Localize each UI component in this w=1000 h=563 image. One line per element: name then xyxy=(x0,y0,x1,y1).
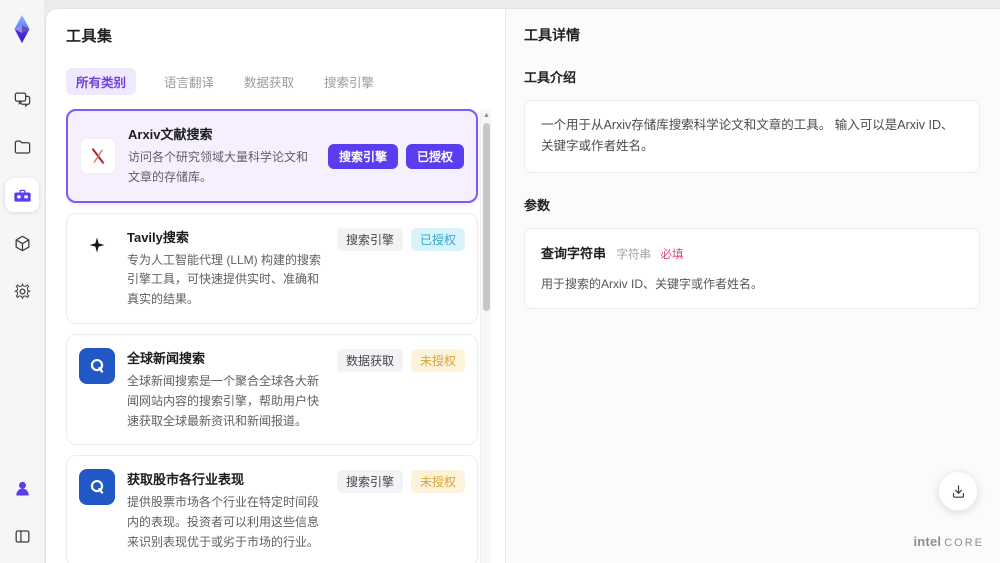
intro-heading: 工具介绍 xyxy=(524,70,577,85)
param-type: 字符串 xyxy=(616,248,652,261)
tab-data-fetch[interactable]: 数据获取 xyxy=(242,68,296,95)
category-badge: 搜索引擎 xyxy=(336,227,403,251)
folder-icon xyxy=(14,140,30,154)
category-badge: 搜索引擎 xyxy=(327,143,398,169)
tool-list: Arxiv文献搜索 访问各个研究领域大量科学论文和文章的存储库。 搜索引擎 已授… xyxy=(66,109,491,563)
main-canvas: 工具集 所有类别 语言翻译 数据获取 搜索引擎 Arxiv文献搜索 访问各个研究… xyxy=(45,8,1000,563)
user-avatar-icon[interactable] xyxy=(5,471,39,505)
tool-detail-panel: 工具详情 工具介绍 一个用于从Arxiv存储库搜索科学论文和文章的工具。 输入可… xyxy=(505,9,1000,563)
news-search-logo-icon xyxy=(79,347,115,384)
detail-title: 工具详情 xyxy=(524,27,580,43)
tool-list-panel: 工具集 所有类别 语言翻译 数据获取 搜索引擎 Arxiv文献搜索 访问各个研究… xyxy=(46,9,505,563)
tool-desc: 访问各个研究领域大量科学论文和文章的存储库。 xyxy=(128,150,309,184)
panel-toggle-icon[interactable] xyxy=(5,519,39,553)
sidebar-item-files[interactable] xyxy=(5,130,39,164)
auth-badge: 已授权 xyxy=(405,143,464,169)
arxiv-logo-icon xyxy=(80,137,116,174)
param-desc: 用于搜索的Arxiv ID、关键字或作者姓名。 xyxy=(541,277,764,292)
tool-desc: 全球新闻搜索是一个聚合全球各大新闻网站内容的搜索引擎，帮助用户快速获取全球最新资… xyxy=(127,373,320,428)
category-badge: 数据获取 xyxy=(336,348,403,372)
auth-badge: 未授权 xyxy=(410,470,465,494)
tab-search-engine[interactable]: 搜索引擎 xyxy=(322,68,376,95)
tool-name: 全球新闻搜索 xyxy=(127,350,206,366)
tavily-star-icon xyxy=(79,227,115,263)
tool-name: 获取股市各行业表现 xyxy=(127,472,245,488)
param-required-badge: 必填 xyxy=(660,248,684,261)
cube-icon xyxy=(15,235,29,251)
auth-badge: 未授权 xyxy=(410,348,465,372)
sidebar-item-settings[interactable] xyxy=(5,274,39,308)
tool-name: Arxiv文献搜索 xyxy=(128,127,213,142)
chat-icon xyxy=(14,92,30,107)
category-tabs: 所有类别 语言翻译 数据获取 搜索引擎 xyxy=(66,68,505,95)
sidebar-item-tools[interactable] xyxy=(5,178,39,212)
tool-card-arxiv[interactable]: Arxiv文献搜索 访问各个研究领域大量科学论文和文章的存储库。 搜索引擎 已授… xyxy=(66,109,478,203)
intro-text: 一个用于从Arxiv存储库搜索科学论文和文章的工具。 输入可以是Arxiv ID… xyxy=(541,118,954,154)
tool-card-tavily[interactable]: Tavily搜索 专为人工智能代理 (LLM) 构建的搜索引擎工具，可快速提供实… xyxy=(66,212,478,324)
icon-rail xyxy=(0,0,45,563)
tool-desc: 专为人工智能代理 (LLM) 构建的搜索引擎工具，可快速提供实时、准确和真实的结… xyxy=(127,252,322,307)
tool-name: Tavily搜索 xyxy=(127,229,189,245)
list-scrollbar[interactable]: ▲ ▼ xyxy=(480,109,491,563)
scrollbar-up-arrow[interactable]: ▲ xyxy=(481,109,491,121)
page-title: 工具集 xyxy=(66,28,113,45)
download-button[interactable] xyxy=(938,471,978,511)
scrollbar-thumb[interactable] xyxy=(482,123,490,311)
param-box: 查询字符串 字符串 必填 用于搜索的Arxiv ID、关键字或作者姓名。 xyxy=(524,227,980,310)
app-root: 工具集 所有类别 语言翻译 数据获取 搜索引擎 Arxiv文献搜索 访问各个研究… xyxy=(0,0,1000,563)
toolbox-icon xyxy=(13,189,31,202)
tool-card-global-news[interactable]: 全球新闻搜索 全球新闻搜索是一个聚合全球各大新闻网站内容的搜索引擎，帮助用户快速… xyxy=(66,333,478,446)
download-icon xyxy=(952,484,964,498)
intro-box: 一个用于从Arxiv存储库搜索科学论文和文章的工具。 输入可以是Arxiv ID… xyxy=(524,100,980,173)
tab-language-translation[interactable]: 语言翻译 xyxy=(162,68,216,95)
category-badge: 搜索引擎 xyxy=(336,470,403,494)
sidebar-item-models[interactable] xyxy=(5,226,39,260)
sidebar-item-chat[interactable] xyxy=(5,82,39,116)
tool-desc: 提供股票市场各个行业在特定时间段内的表现。投资者可以利用这些信息来识别表现优于或… xyxy=(127,495,320,549)
auth-badge: 已授权 xyxy=(410,227,465,251)
intel-core-badge: intel CORE xyxy=(913,534,984,549)
app-logo-icon xyxy=(7,14,37,44)
tab-all-categories[interactable]: 所有类别 xyxy=(66,68,137,95)
params-heading: 参数 xyxy=(524,197,551,213)
tool-card-sector-performance[interactable]: 获取股市各行业表现 提供股票市场各个行业在特定时间段内的表现。投资者可以利用这些… xyxy=(66,455,478,563)
param-name: 查询字符串 xyxy=(541,245,607,261)
gear-icon xyxy=(13,282,31,300)
news-search-logo-icon xyxy=(79,469,115,506)
scrollbar-down-arrow[interactable]: ▼ xyxy=(481,559,491,563)
